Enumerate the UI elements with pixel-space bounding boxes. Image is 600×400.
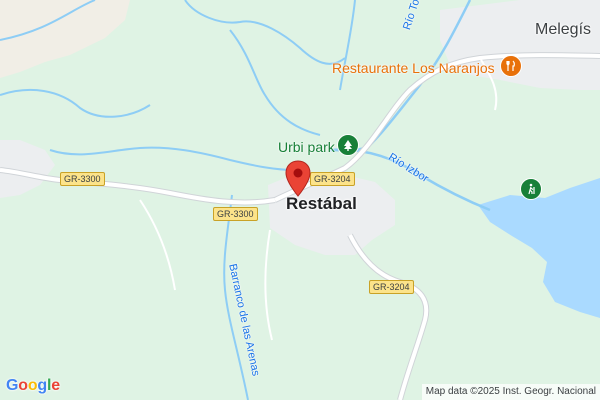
map-attribution[interactable]: Map data ©2025 Inst. Geogr. Nacional [421, 384, 600, 400]
road-shield-gr3300-center: GR-3300 [213, 207, 258, 221]
fork-knife-icon[interactable] [500, 55, 522, 77]
minor-road-2 [264, 229, 273, 341]
town-label-melegis[interactable]: Melegís [535, 22, 591, 38]
stream-center [229, 29, 321, 136]
poi-label-park[interactable]: Urbi park [278, 140, 335, 154]
road-gr3204-south-casing [347, 233, 430, 400]
tree-icon[interactable] [337, 134, 359, 156]
road-shield-gr3300-west: GR-3300 [60, 172, 105, 186]
stream-north-2 [339, 0, 356, 91]
road-shield-gr3204-south: GR-3204 [369, 280, 414, 294]
road-gr3204-south [348, 234, 429, 400]
google-logo-o2: o [27, 377, 38, 394]
hiker-icon[interactable] [520, 178, 542, 200]
bare-ground-area [0, 0, 130, 78]
poi-label-restaurant[interactable]: Restaurante Los Naranjos [332, 61, 495, 75]
google-logo-g2: g [37, 377, 47, 394]
google-logo: Google [6, 377, 60, 395]
google-logo-g1: G [6, 377, 19, 394]
reservoir-water [478, 178, 600, 318]
google-logo-o1: o [18, 377, 28, 394]
road-shield-gr3204-north: GR-3204 [310, 172, 355, 186]
map-canvas[interactable]: Melegís Restábal Restaurante Los Naranjo… [0, 0, 600, 400]
minor-road-1 [139, 199, 176, 291]
google-logo-e: e [51, 377, 60, 394]
stream-west [0, 88, 151, 118]
stream-north [184, 0, 346, 65]
location-pin-icon[interactable] [285, 160, 311, 198]
stream-main-west [49, 146, 296, 171]
